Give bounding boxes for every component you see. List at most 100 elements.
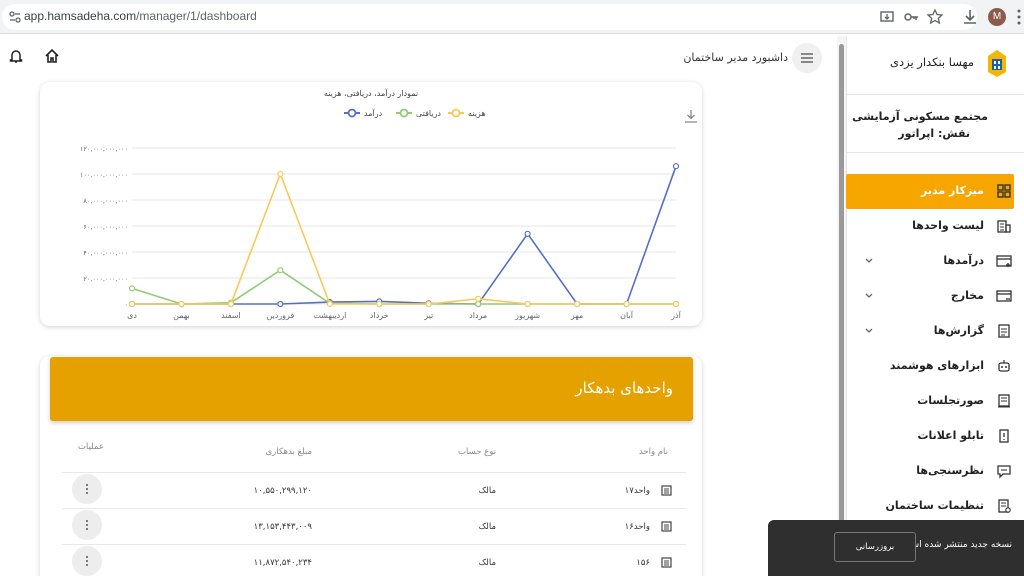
sidebar-item-incomes[interactable]: درآمدها [846, 244, 1014, 279]
building-icon [997, 220, 1011, 233]
data-point [475, 295, 482, 302]
column-debt-amount: مبلغ بدهکاری [265, 447, 312, 457]
data-point [524, 300, 531, 308]
data-point [672, 163, 680, 170]
url-path: /manager/1/dashboard [136, 9, 257, 23]
row-divider [62, 472, 686, 473]
sidebar-item-minutes[interactable]: صورتجلسات [846, 384, 1014, 419]
sidebar-item-smart-tools[interactable]: ابزارهای هوشمند [846, 349, 1014, 384]
x-tick-label: فروردین [266, 311, 294, 320]
row-actions-button[interactable] [72, 510, 102, 540]
x-tick-label: بهمن [173, 311, 190, 320]
y-tick-label: ۲۰,۰۰۰,۰۰۰,۰۰۰ [83, 275, 128, 283]
download-icon[interactable] [961, 8, 979, 26]
chart-download-icon[interactable] [685, 110, 697, 123]
chevron-down-icon [865, 258, 873, 263]
sidebar-item-label: درآمدها [943, 254, 984, 267]
sidebar-item-label: تابلو اعلانات [917, 429, 984, 442]
account-type-cell: مالک [478, 522, 496, 532]
sidebar-item-reports[interactable]: گزارش‌ها [846, 314, 1014, 349]
sidebar-item-label: میزکار مدیر [921, 184, 984, 197]
y-tick-label: ۸۰,۰۰۰,۰۰۰,۰۰۰ [83, 197, 128, 205]
sidebar-item-label: مخارج [950, 289, 984, 302]
debt-amount-cell: ۱۰,۵۵۰,۲۹۹,۱۲۰ [253, 486, 312, 496]
user-name: مهسا بنکدار یزدی [889, 55, 974, 69]
data-point [524, 230, 531, 237]
debt-amount-cell: ۱۱,۸۷۲,۵۴۰,۲۳۴ [253, 558, 312, 568]
y-tick-label: ۱۰۰,۰۰۰,۰۰۰,۰۰۰ [80, 171, 128, 179]
url-text[interactable]: app.hamsadeha.com/manager/1/dashboard [24, 9, 257, 23]
sidebar-item-label: نظرسنجی‌ها [916, 464, 984, 477]
data-point [672, 300, 680, 308]
page-title: داشبورد مدیر ساختمان [683, 51, 788, 64]
card-add-icon [996, 255, 1012, 267]
sidebar-item-dashboard[interactable]: میزکار مدیر [846, 174, 1014, 209]
browser-menu-icon[interactable] [1014, 8, 1024, 26]
x-tick-label: مرداد [469, 311, 487, 320]
profile-avatar[interactable]: M [988, 8, 1006, 26]
y-tick-label: ۰ [125, 301, 129, 309]
sidebar-item-units-list[interactable]: لیست واحدها [846, 209, 1014, 244]
data-point [573, 300, 581, 308]
debtor-units-title: واحدهای بدهکار [575, 379, 673, 397]
sidebar-divider [847, 94, 1024, 95]
unit-name-cell: واحد۱۷ [624, 486, 650, 496]
sidebar-item-expenses[interactable]: مخارج [846, 279, 1014, 314]
complex-name: مجتمع مسکونی آزمایشی [852, 110, 988, 123]
home-icon[interactable] [44, 48, 60, 64]
app-logo-icon [988, 50, 1006, 77]
chevron-down-icon [865, 293, 873, 298]
page-scrollbar[interactable] [837, 36, 846, 576]
sidebar-item-label: لیست واحدها [912, 219, 984, 232]
menu-toggle-button[interactable] [792, 43, 822, 73]
data-point [326, 300, 333, 308]
user-profile: مهسا بنکدار یزدی [850, 48, 1010, 82]
install-app-icon[interactable] [878, 8, 896, 26]
x-tick-label: خرداد [370, 311, 389, 320]
data-point [128, 300, 136, 308]
debtor-units-header: واحدهای بدهکار [50, 357, 693, 421]
report-icon [998, 324, 1010, 338]
row-actions-button[interactable] [72, 474, 102, 504]
toast-message: نسخه جدید منتشر شده است. [899, 540, 1012, 550]
data-point [623, 300, 630, 308]
legend-marker [451, 108, 461, 118]
x-tick-label: دی [127, 311, 137, 320]
y-tick-label: ۶۰,۰۰۰,۰۰۰,۰۰۰ [83, 223, 128, 231]
row-actions-button[interactable] [72, 546, 102, 576]
column-unit-name: نام واحد [638, 447, 668, 457]
card-minus-icon [996, 290, 1012, 302]
sidebar-item-building-settings[interactable]: تنظیمات ساختمان [846, 489, 1014, 524]
bookmark-star-icon[interactable] [926, 8, 944, 26]
scrollbar-thumb[interactable] [839, 44, 844, 564]
data-point [376, 300, 383, 308]
chart-title: نمودار درآمد، دریافتی، هزینه [324, 88, 418, 98]
y-tick-label: ۴۰,۰۰۰,۰۰۰,۰۰۰ [83, 249, 128, 257]
data-point [475, 300, 482, 308]
data-point [277, 170, 284, 178]
notification-bell-icon[interactable] [8, 48, 24, 64]
income-line-chart: نمودار درآمد، دریافتی، هزینه هزینه دریافتی… [80, 88, 697, 320]
sidebar: مهسا بنکدار یزدی مجتمع مسکونی آزمایشی نق… [846, 36, 1024, 576]
account-type-cell: مالک [478, 558, 496, 568]
sidebar-divider [847, 152, 1024, 153]
x-tick-label: تیر [423, 311, 433, 320]
update-button[interactable]: بروزرسانی [834, 532, 916, 562]
x-tick-label: مهر [570, 311, 583, 320]
browser-toolbar: app.hamsadeha.com/manager/1/dashboard M [0, 0, 1024, 34]
sidebar-item-polls[interactable]: نظرسنجی‌ها [846, 454, 1014, 489]
robot-icon [998, 360, 1010, 372]
key-icon[interactable] [902, 8, 920, 26]
top-header: داشبورد مدیر ساختمان [0, 36, 837, 80]
sidebar-item-label: گزارش‌ها [933, 324, 984, 337]
minutes-icon [998, 394, 1010, 408]
address-bar[interactable]: app.hamsadeha.com/manager/1/dashboard [2, 4, 977, 30]
sidebar-item-notice-board[interactable]: تابلو اعلانات [846, 419, 1014, 454]
update-toast: نسخه جدید منتشر شده است. بروزرسانی [768, 520, 1024, 576]
unit-name-cell: واحد۱۶ [624, 522, 650, 532]
site-settings-icon[interactable] [8, 10, 22, 24]
unit-icon [661, 521, 672, 532]
row-divider [62, 508, 686, 509]
debt-amount-cell: ۱۳,۱۵۳,۴۴۳,۰۰۹ [253, 522, 312, 532]
legend-marker [399, 108, 409, 118]
